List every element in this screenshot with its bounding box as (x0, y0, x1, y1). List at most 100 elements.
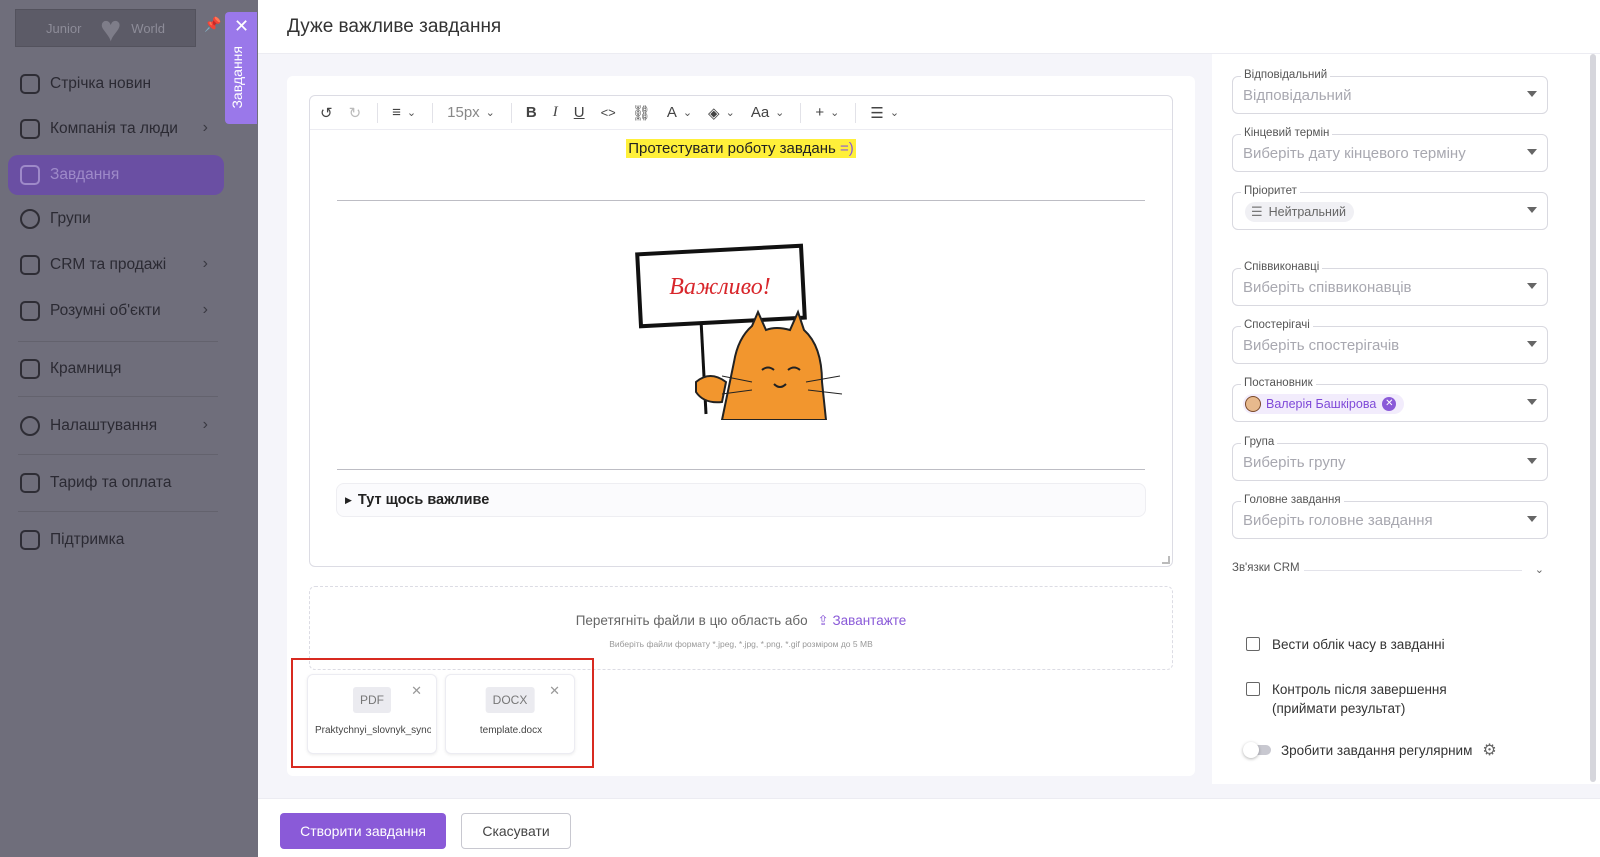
remove-file-icon[interactable]: ✕ (411, 683, 422, 699)
font-size-select[interactable]: 15px ⌄ (447, 101, 495, 125)
control-after-checkbox[interactable] (1246, 682, 1260, 696)
sidebar-item-store[interactable]: Крамниця (8, 349, 224, 389)
field-label: Кінцевий термін (1241, 127, 1333, 139)
pin-icon[interactable]: 📌 (204, 16, 221, 33)
insert-button[interactable]: + ⌄ (815, 101, 839, 125)
sidebar-item-news[interactable]: Стрічка новин (8, 64, 224, 104)
resize-handle-icon[interactable] (1162, 556, 1170, 564)
recurring-option[interactable]: Зробити завдання регулярним ⚙ (1243, 740, 1497, 760)
time-tracking-option[interactable]: Вести облік часу в завданні (1246, 635, 1445, 654)
italic-icon[interactable]: I (553, 101, 558, 125)
priority-chip: ☰ Нейтральний (1245, 202, 1354, 222)
code-icon[interactable]: <> (601, 101, 616, 125)
editor-toolbar: ↺ ↻ ≡ ⌄ 15px ⌄ B I U <> ⛓ A ⌄ ◈ ⌄ Aa ⌄ + ⌄ ☰ ⌄ (310, 96, 1172, 130)
sidebar-item-crm[interactable]: CRM та продажі › (8, 245, 224, 285)
scrollbar[interactable] (1590, 54, 1596, 782)
modal-header: Дуже важливе завдання (258, 0, 1600, 54)
scan-icon (20, 301, 40, 321)
sidebar-item-support[interactable]: Підтримка (8, 520, 224, 560)
chevron-down-icon: ⌄ (889, 107, 900, 119)
cat-with-sign-image[interactable]: Важливо! (626, 242, 851, 420)
modal-footer: Створити завдання Скасувати (258, 798, 1600, 857)
font-size-value: 15px (447, 104, 480, 121)
responsible-select[interactable]: Відповідальний Відповідальний (1232, 69, 1548, 114)
cancel-button[interactable]: Скасувати (461, 813, 571, 849)
time-tracking-checkbox[interactable] (1246, 637, 1260, 651)
recurring-toggle[interactable] (1243, 742, 1271, 758)
crm-links-toggle[interactable]: Зв'язки CRM ⌄ (1232, 562, 1548, 582)
highlighted-text: Протестувати роботу завдань =) (626, 139, 856, 158)
align-button[interactable]: ☰ ⌄ (870, 101, 899, 125)
upload-link-label: Завантажте (832, 613, 907, 628)
priority-select[interactable]: Пріоритет ☰ Нейтральний (1232, 185, 1548, 230)
redo-icon[interactable]: ↻ (349, 101, 362, 125)
recurring-label: Зробити завдання регулярним (1281, 742, 1473, 758)
link-icon[interactable]: ⛓ (632, 101, 651, 125)
field-placeholder: Виберіть головне завдання (1243, 512, 1433, 529)
highlight-color-button[interactable]: ◈ ⌄ (708, 101, 735, 125)
group-select[interactable]: Група Виберіть групу (1232, 436, 1548, 481)
task-properties-form: Відповідальний Відповідальний Кінцевий т… (1212, 54, 1600, 784)
paint-bucket-icon: ◈ (708, 104, 720, 122)
paragraph-format-button[interactable]: ≡ ⌄ (392, 101, 416, 125)
parent-task-select[interactable]: Головне завдання Виберіть головне завдан… (1232, 494, 1548, 539)
equals-icon: ☰ (1251, 204, 1263, 219)
sidebar-item-billing[interactable]: Тариф та оплата (8, 463, 224, 503)
sidebar-item-tasks[interactable]: Завдання (8, 155, 224, 195)
field-label: Співвиконавці (1241, 261, 1323, 273)
undo-icon[interactable]: ↺ (320, 101, 333, 125)
upload-link[interactable]: ⇪ Завантажте (817, 613, 906, 628)
tasks-side-tab[interactable]: ✕ Завдання (225, 12, 257, 124)
chevron-down-icon: ⌄ (682, 107, 693, 119)
remove-file-icon[interactable]: ✕ (549, 683, 560, 699)
sidebar-item-settings[interactable]: Налаштування › (8, 406, 224, 446)
font-case-button[interactable]: Aa ⌄ (751, 101, 785, 125)
gear-icon[interactable]: ⚙ (1482, 740, 1496, 760)
caret-down-icon (1527, 341, 1537, 347)
caret-down-icon (1527, 91, 1537, 97)
create-task-button[interactable]: Створити завдання (280, 813, 446, 849)
coexecutors-select[interactable]: Співвиконавці Виберіть співвиконавців (1232, 261, 1548, 306)
author-select[interactable]: Постановник Валерія Башкірова ✕ (1232, 377, 1548, 422)
observers-select[interactable]: Спостерігачі Виберіть спостерігачів (1232, 319, 1548, 364)
triangle-right-icon: ▶ (345, 494, 352, 505)
rich-text-editor[interactable]: ↺ ↻ ≡ ⌄ 15px ⌄ B I U <> ⛓ A ⌄ ◈ ⌄ Aa ⌄ + ⌄ ☰ ⌄ (309, 95, 1173, 567)
sidebar-item-smart-objects[interactable]: Розумні об'єкти › (8, 291, 224, 331)
chevron-down-icon: ⌄ (406, 107, 417, 119)
logo-text-left: Junior (46, 20, 82, 36)
chevron-right-icon: › (202, 416, 208, 433)
control-after-option[interactable]: Контроль після завершення (приймати резу… (1246, 680, 1466, 718)
content-paragraph[interactable]: Протестувати роботу завдань =) (310, 139, 1172, 158)
crm-links-label: Зв'язки CRM (1232, 562, 1300, 574)
bold-icon[interactable]: B (526, 101, 537, 125)
field-label: Пріоритет (1241, 185, 1300, 197)
caret-down-icon (1527, 458, 1537, 464)
store-icon (20, 359, 40, 379)
deadline-select[interactable]: Кінцевий термін Виберіть дату кінцевого … (1232, 127, 1548, 172)
font-case-icon: Aa (750, 104, 770, 121)
priority-value: Нейтральний (1268, 205, 1346, 219)
database-icon (20, 255, 40, 275)
dropzone-hint: Виберіть файли формату *.jpeg, *.jpg, *.… (609, 639, 873, 649)
paragraph-icon: ≡ (392, 104, 401, 121)
underline-icon[interactable]: U (574, 101, 585, 125)
gear-icon (20, 416, 40, 436)
sidebar-item-company[interactable]: Компанія та люди › (8, 109, 224, 149)
dropzone-text: Перетягніть файли в цю область або (575, 613, 808, 628)
logo[interactable]: Junior ♥ World (15, 9, 196, 47)
file-type-badge: DOCX (485, 687, 535, 713)
close-icon[interactable]: ✕ (234, 16, 249, 37)
sidebar-item-label: Налаштування (50, 417, 158, 434)
details-block[interactable]: ▶ Тут щось важливе (336, 483, 1146, 517)
remove-author-icon[interactable]: ✕ (1382, 397, 1397, 411)
chevron-down-icon: ⌄ (830, 107, 840, 119)
file-card[interactable]: PDF ✕ Praktychnyi_slovnyk_synonimiv.pdf (307, 674, 437, 754)
sidebar-item-groups[interactable]: Групи (8, 199, 224, 239)
file-name: template.docx (479, 725, 543, 736)
text-color-button[interactable]: A ⌄ (667, 101, 692, 125)
sidebar-item-label: CRM та продажі (50, 256, 167, 273)
chevron-down-icon: ⌄ (1534, 564, 1544, 576)
toolbar-divider (510, 102, 512, 123)
file-card[interactable]: DOCX ✕ template.docx (445, 674, 575, 754)
text-color-icon: A (666, 104, 677, 121)
